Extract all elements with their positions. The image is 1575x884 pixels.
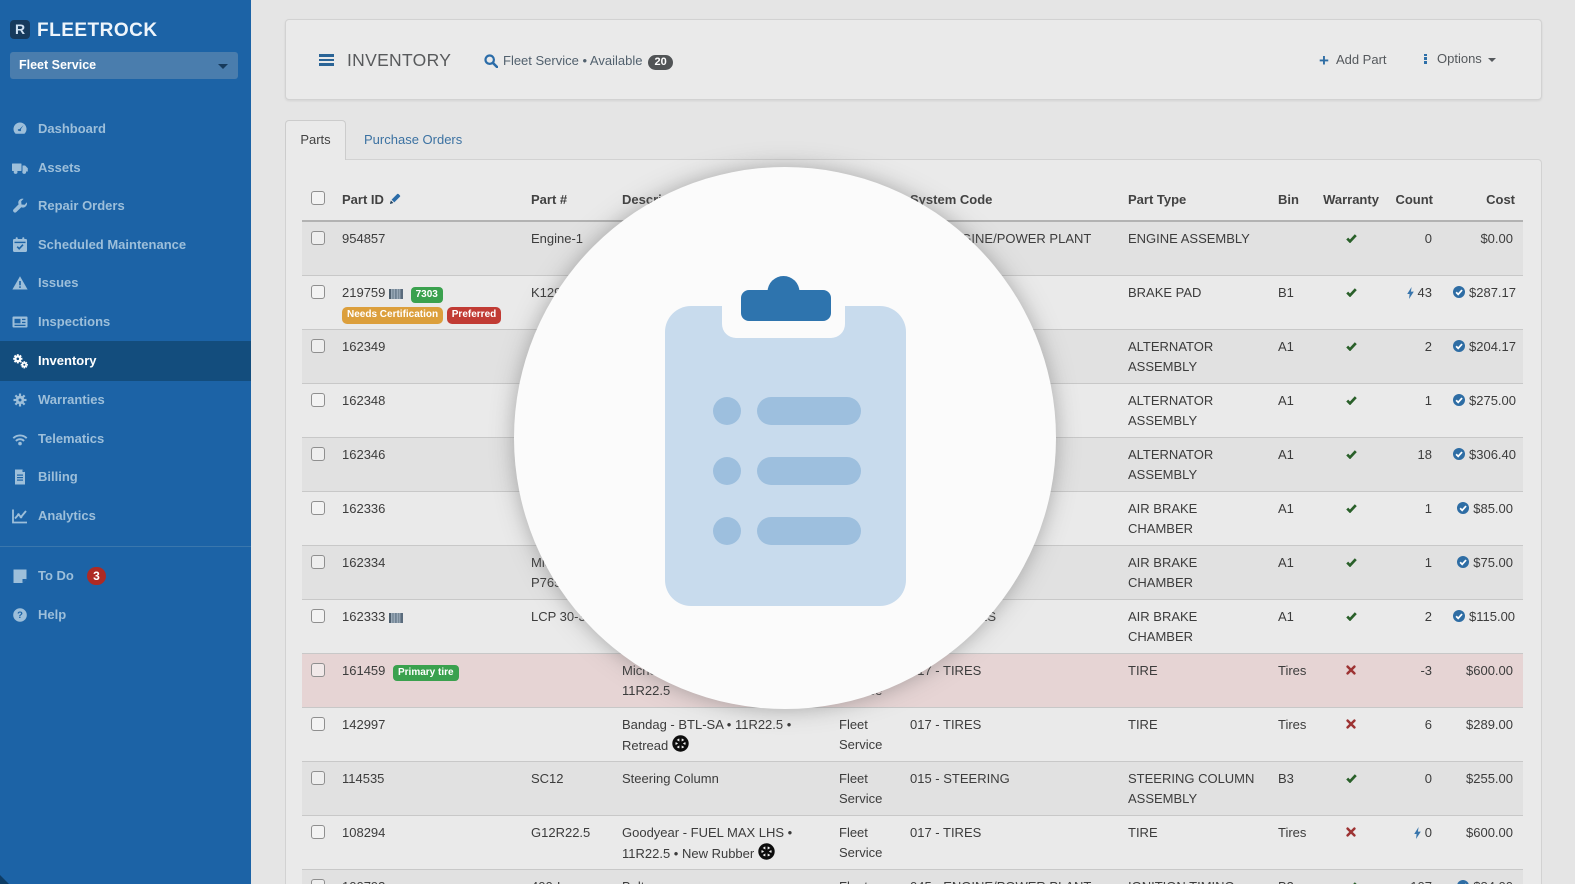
svg-text:?: ? [17, 610, 23, 621]
